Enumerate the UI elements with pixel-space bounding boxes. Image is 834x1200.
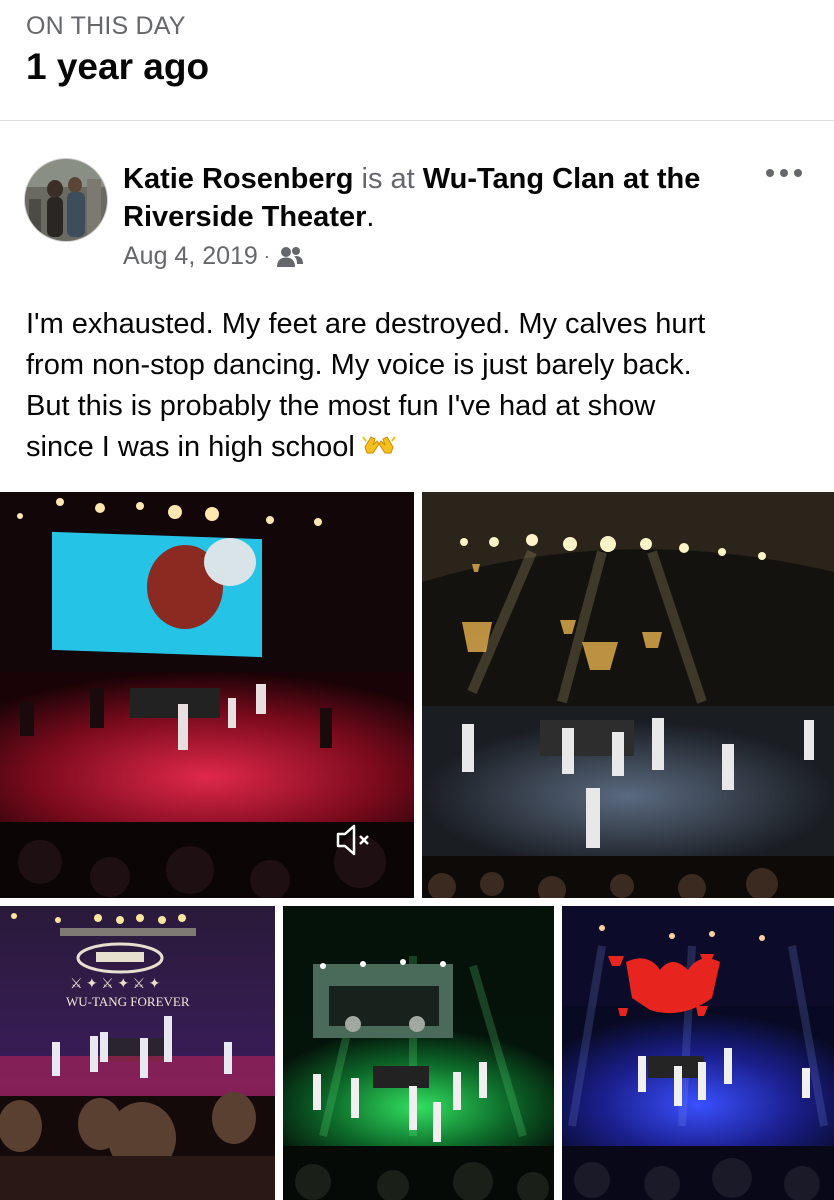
post-text: I'm exhausted. My feet are destroyed. My… bbox=[26, 304, 816, 469]
section-title: 1 year ago bbox=[26, 46, 210, 87]
post-text-line-last: since I was in high school bbox=[26, 427, 816, 469]
post-text-line: from non-stop dancing. My voice is just … bbox=[26, 349, 692, 381]
post-date[interactable]: Aug 4, 2019 bbox=[123, 242, 258, 271]
friends-icon bbox=[276, 245, 304, 269]
screen-text: WU-TANG FOREVER bbox=[66, 994, 190, 1009]
post-text-line: since I was in high school bbox=[26, 431, 355, 463]
checkin-connector: is at bbox=[361, 163, 415, 195]
author-name[interactable]: Katie Rosenberg bbox=[123, 163, 353, 195]
divider bbox=[0, 120, 834, 121]
meta-separator: · bbox=[263, 246, 270, 266]
on-this-day-header: ON THIS DAY 1 year ago bbox=[0, 0, 834, 120]
more-options-icon[interactable] bbox=[760, 158, 810, 188]
post-text-line: But this is probably the most fun I've h… bbox=[26, 390, 656, 422]
post-header-line: Katie Rosenberg is at Wu-Tang Clan at th… bbox=[123, 160, 723, 236]
concert-photo-green[interactable] bbox=[283, 906, 554, 1200]
concert-photo-wu-tang-forever[interactable]: ⚔ ✦ ⚔ ✦ ⚔ ✦ WU-TANG FOREVER bbox=[0, 906, 275, 1200]
svg-text:⚔ ✦ ⚔ ✦ ⚔ ✦: ⚔ ✦ ⚔ ✦ ⚔ ✦ bbox=[70, 977, 161, 992]
place-suffix: . bbox=[366, 201, 375, 233]
avatar[interactable] bbox=[24, 158, 108, 242]
section-kicker: ON THIS DAY bbox=[26, 12, 186, 40]
post-text-line: I'm exhausted. My feet are destroyed. My… bbox=[26, 308, 706, 340]
muted-speaker-icon[interactable] bbox=[332, 818, 376, 862]
concert-photo-blue-logo[interactable] bbox=[562, 906, 834, 1200]
raising-hands-emoji bbox=[361, 428, 397, 469]
concert-photo-stage-lights[interactable] bbox=[422, 492, 834, 898]
post-meta: Aug 4, 2019 · bbox=[123, 242, 304, 271]
